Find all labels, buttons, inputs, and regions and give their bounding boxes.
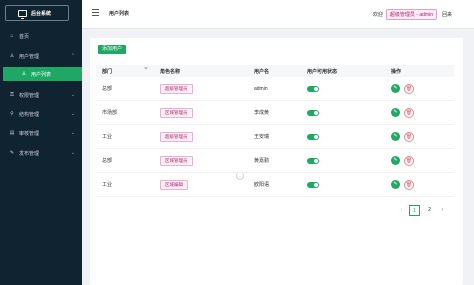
cell-dept: 总部 bbox=[102, 86, 113, 92]
monitor-icon bbox=[18, 9, 27, 19]
cell-username: 黄嘉勤 bbox=[254, 158, 270, 164]
status-toggle[interactable] bbox=[307, 133, 319, 140]
table-row: 市场部 区域管理员 李成黄 ✎ 🗑 bbox=[96, 101, 454, 125]
pencil-icon: ✎ bbox=[393, 133, 398, 139]
delete-button[interactable]: 🗑 bbox=[404, 155, 414, 166]
cell-username: admin bbox=[254, 85, 268, 92]
column-header-status: 用户可用状态 bbox=[307, 68, 338, 75]
status-toggle[interactable] bbox=[307, 85, 319, 92]
top-header: 用户列表 欢迎 超级管理员 - admin 回来 bbox=[82, 0, 474, 29]
role-tag: 超级管理员 bbox=[160, 83, 193, 94]
pencil-icon: ✎ bbox=[393, 85, 398, 91]
table-row: 工业 超级管理员 王安瑞 ✎ 🗑 bbox=[96, 125, 454, 149]
pencil-icon: ✎ bbox=[393, 109, 398, 115]
audit-icon: ▤ bbox=[9, 130, 15, 136]
table-row: 工业 区域编辑 欧阳语 ✎ 🗑 bbox=[96, 173, 454, 197]
trash-icon: 🗑 bbox=[405, 85, 413, 92]
key-icon: ⚿ bbox=[10, 92, 14, 98]
chevron-down-icon: ⌄ bbox=[70, 150, 75, 156]
welcome-text: 欢迎 bbox=[372, 12, 383, 18]
sidebar-item-label: 用户列表 bbox=[31, 71, 52, 78]
chevron-up-icon: ⌃ bbox=[70, 53, 75, 59]
trash-icon: 🗑 bbox=[405, 157, 413, 164]
sidebar-item-publish[interactable]: ✎ 发布管理 ⌄ bbox=[0, 146, 82, 160]
chevron-down-icon: ⌄ bbox=[70, 130, 75, 136]
edit-button[interactable]: ✎ bbox=[391, 132, 400, 141]
pencil-icon: ✎ bbox=[393, 181, 398, 187]
user-info: 欢迎 超级管理员 - admin 回来 bbox=[373, 9, 452, 20]
role-tag: 区域管理员 bbox=[160, 155, 193, 166]
delete-button[interactable]: 🗑 bbox=[404, 131, 414, 142]
sidebar-item-label: 权限管理 bbox=[19, 92, 40, 99]
delete-button[interactable]: 🗑 bbox=[404, 179, 414, 190]
sidebar: 后台系统 ⌂ 首页 ♙ 用户管理 ⌃ ♙ 用户列表 ⚿ 权限管理 ⌄ ⚲ 结构管… bbox=[0, 0, 82, 285]
trash-icon: 🗑 bbox=[405, 133, 413, 140]
table-header: 部门 ⏷ 角色名称 用户名 用户可用状态 操作 bbox=[96, 65, 454, 77]
status-toggle[interactable] bbox=[307, 109, 319, 116]
column-header-dept: 部门 ⏷ bbox=[102, 65, 148, 75]
loading-spinner-icon bbox=[236, 172, 244, 180]
column-header-actions: 操作 bbox=[391, 68, 402, 75]
cell-username: 欧阳语 bbox=[254, 182, 270, 188]
sidebar-item-user-list[interactable]: ♙ 用户列表 bbox=[3, 67, 82, 81]
user-table: 部门 ⏷ 角色名称 用户名 用户可用状态 操作 总部 超级管理员 admin ✎… bbox=[96, 65, 454, 197]
page-1-button[interactable]: 1 bbox=[409, 205, 420, 216]
pagination: ‹ 1 2 › bbox=[396, 205, 448, 216]
home-icon: ⌂ bbox=[10, 33, 14, 39]
sidebar-item-home[interactable]: ⌂ 首页 bbox=[0, 29, 82, 43]
cell-dept: 工业 bbox=[102, 134, 113, 140]
sidebar-item-structure[interactable]: ⚲ 结构管理 ⌄ bbox=[0, 107, 82, 121]
sidebar-item-user-management[interactable]: ♙ 用户管理 ⌃ bbox=[0, 49, 82, 63]
publish-icon: ✎ bbox=[9, 150, 15, 156]
current-user-badge: 超级管理员 - admin bbox=[385, 9, 437, 20]
content-card: 添加用户 部门 ⏷ 角色名称 用户名 用户可用状态 操作 总部 超级管理员 ad… bbox=[90, 38, 463, 285]
sidebar-item-label: 审核管理 bbox=[19, 130, 40, 137]
cell-username: 李成黄 bbox=[254, 110, 270, 116]
sidebar-item-label: 结构管理 bbox=[19, 111, 40, 118]
brand-logo[interactable]: 后台系统 bbox=[5, 5, 69, 21]
role-tag: 超级管理员 bbox=[160, 131, 193, 142]
filter-icon[interactable]: ⏷ bbox=[144, 66, 148, 72]
delete-button[interactable]: 🗑 bbox=[404, 107, 414, 118]
role-tag: 区域编辑 bbox=[160, 179, 188, 190]
edit-button[interactable]: ✎ bbox=[391, 156, 400, 165]
role-tag: 区域管理员 bbox=[160, 107, 193, 118]
column-header-role: 角色名称 bbox=[160, 68, 181, 75]
sidebar-item-label: 用户管理 bbox=[19, 53, 40, 60]
cell-dept: 工业 bbox=[102, 182, 113, 188]
user-icon: ♙ bbox=[21, 71, 27, 77]
status-toggle[interactable] bbox=[307, 181, 319, 188]
brand-title: 后台系统 bbox=[31, 10, 52, 17]
sidebar-item-audit[interactable]: ▤ 审核管理 ⌄ bbox=[0, 126, 82, 140]
cell-dept: 市场部 bbox=[102, 110, 118, 116]
page-title: 用户列表 bbox=[109, 11, 130, 17]
chevron-down-icon: ⌄ bbox=[70, 92, 75, 98]
table-row: 总部 区域管理员 黄嘉勤 ✎ 🗑 bbox=[96, 149, 454, 173]
edit-button[interactable]: ✎ bbox=[391, 180, 400, 189]
status-toggle[interactable] bbox=[307, 157, 319, 164]
structure-icon: ⚲ bbox=[10, 111, 14, 117]
edit-button[interactable]: ✎ bbox=[391, 108, 400, 117]
sidebar-item-label: 首页 bbox=[19, 33, 30, 40]
cell-dept: 总部 bbox=[102, 158, 113, 164]
menu-toggle-icon[interactable] bbox=[92, 9, 99, 16]
table-row: 总部 超级管理员 admin ✎ 🗑 bbox=[96, 77, 454, 101]
cell-username: 王安瑞 bbox=[254, 134, 270, 140]
user-icon: ♙ bbox=[9, 53, 15, 59]
logout-link[interactable]: 回来 bbox=[442, 11, 452, 18]
pencil-icon: ✎ bbox=[393, 157, 398, 163]
edit-button[interactable]: ✎ bbox=[391, 84, 400, 93]
trash-icon: 🗑 bbox=[405, 181, 413, 188]
trash-icon: 🗑 bbox=[405, 109, 413, 116]
delete-button[interactable]: 🗑 bbox=[404, 83, 414, 94]
add-user-button[interactable]: 添加用户 bbox=[98, 45, 127, 54]
prev-page-button[interactable]: ‹ bbox=[396, 205, 407, 216]
next-page-button[interactable]: › bbox=[437, 205, 448, 216]
page-2-button[interactable]: 2 bbox=[424, 205, 435, 216]
sidebar-item-permissions[interactable]: ⚿ 权限管理 ⌄ bbox=[0, 88, 82, 102]
column-header-username: 用户名 bbox=[254, 68, 270, 75]
chevron-down-icon: ⌄ bbox=[70, 111, 75, 117]
sidebar-item-label: 发布管理 bbox=[19, 150, 40, 157]
